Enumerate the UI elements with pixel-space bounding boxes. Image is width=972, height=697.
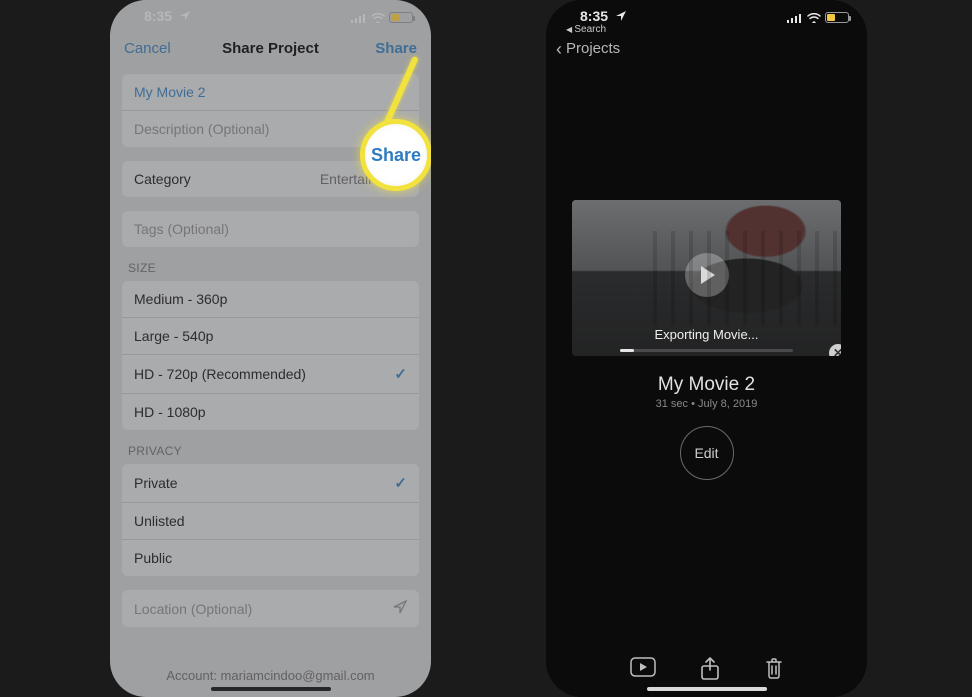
phone-left-share-project: 8:35 Search: [110, 0, 431, 697]
privacy-option-label: Public: [134, 550, 172, 566]
size-option[interactable]: Large - 540p: [122, 318, 419, 355]
location-placeholder: Location (Optional): [134, 601, 252, 617]
battery-fill: [827, 14, 835, 21]
status-bar: 8:35 Search: [546, 0, 867, 34]
wifi-icon: [371, 13, 385, 23]
project-meta: 31 sec • July 8, 2019: [572, 398, 841, 410]
privacy-option[interactable]: Unlisted: [122, 503, 419, 540]
title-field[interactable]: My Movie 2: [122, 74, 419, 111]
location-services-icon: [180, 11, 190, 21]
export-status-label: Exporting Movie...: [572, 327, 841, 342]
cancel-export-button[interactable]: ✕: [829, 344, 841, 356]
cellular-icon: [351, 13, 367, 23]
wifi-icon: [807, 13, 821, 23]
cancel-button[interactable]: Cancel: [124, 34, 171, 64]
bottom-toolbar: [546, 657, 867, 681]
privacy-option[interactable]: Private ✓: [122, 464, 419, 503]
location-card: Location (Optional): [122, 590, 419, 627]
status-right-cluster: [787, 12, 849, 23]
nav-title: Share Project: [222, 40, 319, 57]
location-services-icon: [616, 11, 626, 21]
back-to-projects[interactable]: ‹ Projects: [556, 34, 620, 64]
battery-icon: [389, 12, 413, 23]
size-option-label: Large - 540p: [134, 328, 213, 344]
size-option-label: Medium - 360p: [134, 291, 227, 307]
project-thumbnail[interactable]: Exporting Movie... ✕: [572, 200, 841, 356]
privacy-option[interactable]: Public: [122, 540, 419, 576]
play-overlay-icon[interactable]: [685, 253, 729, 297]
chevron-left-icon: ‹: [556, 35, 562, 63]
category-label: Category: [134, 171, 191, 187]
projects-nav-bar: ‹ Projects: [546, 34, 867, 64]
share-icon[interactable]: [700, 657, 720, 681]
privacy-options: Private ✓ Unlisted Public: [122, 464, 419, 576]
privacy-option-label: Private: [134, 475, 178, 491]
status-bar: 8:35 Search: [110, 0, 431, 34]
annotation-highlight-label: Share: [371, 145, 421, 166]
screen: 8:35 Search: [110, 0, 431, 697]
size-option[interactable]: HD - 720p (Recommended) ✓: [122, 355, 419, 394]
size-option[interactable]: HD - 1080p: [122, 394, 419, 430]
trash-icon[interactable]: [764, 657, 784, 681]
tags-card: Tags (Optional): [122, 211, 419, 247]
size-option-label: HD - 1080p: [134, 404, 206, 420]
home-indicator[interactable]: [647, 687, 767, 691]
status-time: 8:35: [144, 8, 172, 24]
screen: 8:35 Search: [546, 0, 867, 697]
size-header: SIZE: [122, 261, 419, 281]
status-time: 8:35: [580, 8, 608, 24]
back-label: Projects: [566, 34, 620, 64]
export-progress-fill: [620, 349, 634, 352]
export-progress-track: [620, 349, 792, 352]
privacy-option-label: Unlisted: [134, 513, 185, 529]
size-option-label: HD - 720p (Recommended): [134, 366, 306, 382]
annotation-highlight-share: Share: [360, 119, 431, 191]
project-title: My Movie 2: [572, 374, 841, 396]
edit-label: Edit: [694, 445, 718, 461]
share-nav-bar: Cancel Share Project Share: [110, 34, 431, 64]
edit-button[interactable]: Edit: [680, 426, 734, 480]
checkmark-icon: ✓: [394, 474, 407, 492]
battery-icon: [825, 12, 849, 23]
cellular-icon: [787, 13, 803, 23]
status-right-cluster: [351, 12, 413, 23]
battery-fill: [391, 14, 399, 21]
project-detail: Exporting Movie... ✕ My Movie 2 31 sec •…: [572, 200, 841, 480]
size-options: Medium - 360p Large - 540p HD - 720p (Reco…: [122, 281, 419, 430]
account-footer: Account: mariamcindoo@gmail.com: [110, 668, 431, 683]
home-indicator[interactable]: [211, 687, 331, 691]
privacy-header: PRIVACY: [122, 444, 419, 464]
size-option[interactable]: Medium - 360p: [122, 281, 419, 318]
play-icon[interactable]: [630, 657, 656, 681]
tags-field[interactable]: Tags (Optional): [122, 211, 419, 247]
location-field[interactable]: Location (Optional): [122, 590, 419, 627]
location-arrow-icon: [393, 600, 407, 617]
phone-right-projects: 8:35 Search: [546, 0, 867, 697]
checkmark-icon: ✓: [394, 365, 407, 383]
